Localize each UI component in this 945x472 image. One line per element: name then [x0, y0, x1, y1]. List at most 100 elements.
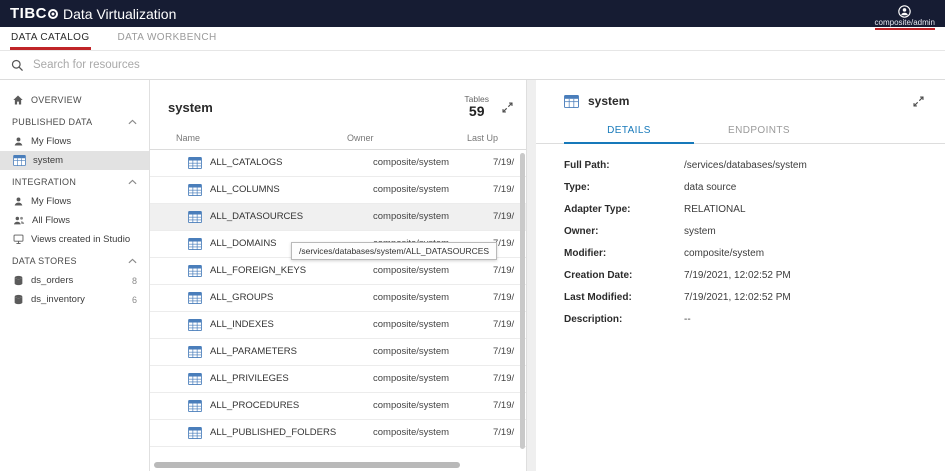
tab-data-catalog[interactable]: DATA CATALOG — [10, 27, 91, 50]
field-label: Last Modified: — [564, 292, 684, 303]
horizontal-scrollbar[interactable] — [154, 462, 460, 468]
details-fields: Full Path:/services/databases/systemType… — [536, 144, 945, 330]
vertical-scrollbar[interactable] — [520, 153, 525, 449]
product-name: Data Virtualization — [63, 6, 176, 22]
table-icon — [188, 346, 202, 358]
field-value: 7/19/2021, 12:02:52 PM — [684, 292, 791, 303]
main-content: OVERVIEW PUBLISHED DATA My Flows system … — [0, 80, 945, 471]
section-title: PUBLISHED DATA — [12, 117, 92, 127]
table-icon — [188, 265, 202, 277]
sidebar-item-my-flows-published[interactable]: My Flows — [0, 132, 149, 151]
tables-panel: system Tables 59 Name Owner Last Up ALL_… — [150, 80, 527, 471]
field-label: Full Path: — [564, 160, 684, 171]
field-value: system — [684, 226, 716, 237]
field-label: Creation Date: — [564, 270, 684, 281]
path-tooltip: /services/databases/system/ALL_DATASOURC… — [291, 242, 497, 260]
sidebar-section-published-data[interactable]: PUBLISHED DATA — [0, 110, 149, 132]
table-icon — [188, 238, 202, 250]
table-row[interactable]: ALL_PRIVILEGEScomposite/system7/19/ — [150, 366, 526, 393]
sidebar-item-system[interactable]: system — [0, 151, 149, 170]
tables-count-value: 59 — [464, 104, 489, 119]
table-row[interactable]: ALL_INDEXEScomposite/system7/19/ — [150, 312, 526, 339]
table-icon — [188, 184, 202, 196]
row-name: ALL_PRIVILEGES — [210, 373, 373, 384]
sidebar-item-views-created-in-studio[interactable]: Views created in Studio — [0, 230, 149, 249]
detail-field-row: Owner:system — [564, 220, 945, 242]
user-avatar-icon[interactable] — [898, 5, 911, 18]
current-user-label[interactable]: composite/admin — [875, 18, 935, 30]
table-row[interactable]: ALL_GROUPScomposite/system7/19/ — [150, 285, 526, 312]
table-icon — [188, 319, 202, 331]
sidebar: OVERVIEW PUBLISHED DATA My Flows system … — [0, 80, 150, 471]
search-icon — [11, 59, 24, 72]
table-row[interactable]: ALL_CATALOGScomposite/system7/19/ — [150, 150, 526, 177]
primary-nav: DATA CATALOG DATA WORKBENCH — [0, 27, 945, 51]
database-icon — [13, 275, 24, 286]
tab-details[interactable]: DETAILS — [564, 118, 694, 144]
search-input[interactable] — [33, 59, 353, 71]
sidebar-item-label: OVERVIEW — [31, 95, 82, 105]
sidebar-item-label: My Flows — [31, 196, 71, 207]
sidebar-item-ds-inventory[interactable]: ds_inventory 6 — [0, 290, 149, 309]
detail-field-row: Creation Date:7/19/2021, 12:02:52 PM — [564, 264, 945, 286]
sidebar-item-ds-orders[interactable]: ds_orders 8 — [0, 271, 149, 290]
sidebar-item-label: Views created in Studio — [31, 234, 130, 245]
row-name: ALL_PROCEDURES — [210, 400, 373, 411]
tab-endpoints[interactable]: ENDPOINTS — [694, 118, 824, 144]
chevron-up-icon — [128, 258, 137, 264]
expand-icon[interactable] — [501, 101, 514, 114]
sidebar-item-label: ds_inventory — [31, 294, 85, 305]
table-row[interactable]: ALL_COLUMNScomposite/system7/19/ — [150, 177, 526, 204]
brand-text: TIBC — [10, 5, 47, 22]
table-body: ALL_CATALOGScomposite/system7/19/ALL_COL… — [150, 150, 526, 471]
sidebar-section-integration[interactable]: INTEGRATION — [0, 170, 149, 192]
table-row[interactable]: ALL_FOREIGN_KEYScomposite/system7/19/ — [150, 258, 526, 285]
row-owner: composite/system — [373, 184, 493, 195]
row-owner: composite/system — [373, 319, 493, 330]
field-label: Owner: — [564, 226, 684, 237]
detail-field-row: Full Path:/services/databases/system — [564, 154, 945, 176]
detail-field-row: Type:data source — [564, 176, 945, 198]
row-name: ALL_PUBLISHED_FOLDERS — [210, 427, 373, 438]
table-icon — [188, 211, 202, 223]
row-owner: composite/system — [373, 373, 493, 384]
row-owner: composite/system — [373, 346, 493, 357]
datasource-icon — [13, 155, 26, 166]
expand-icon[interactable] — [912, 95, 925, 108]
sidebar-item-label: All Flows — [32, 215, 70, 226]
search-bar — [0, 51, 945, 80]
row-name: ALL_CATALOGS — [210, 157, 373, 168]
column-header-last-updated[interactable]: Last Up — [467, 133, 526, 143]
details-panel-header: system — [536, 80, 945, 118]
sidebar-item-overview[interactable]: OVERVIEW — [0, 90, 149, 110]
sidebar-section-data-stores[interactable]: DATA STORES — [0, 249, 149, 271]
sidebar-item-my-flows-integration[interactable]: My Flows — [0, 192, 149, 211]
person-icon — [13, 196, 24, 207]
database-icon — [13, 294, 24, 305]
detail-field-row: Description:-- — [564, 308, 945, 330]
field-value: -- — [684, 314, 691, 325]
detail-field-row: Adapter Type:RELATIONAL — [564, 198, 945, 220]
table-row[interactable]: ALL_PARAMETERScomposite/system7/19/ — [150, 339, 526, 366]
row-owner: composite/system — [373, 211, 493, 222]
table-row[interactable]: ALL_DATASOURCEScomposite/system7/19/ — [150, 204, 526, 231]
field-value: composite/system — [684, 248, 764, 259]
field-label: Adapter Type: — [564, 204, 684, 215]
column-header-owner[interactable]: Owner — [347, 133, 467, 143]
table-row[interactable]: ALL_PROCEDUREScomposite/system7/19/ — [150, 393, 526, 420]
home-icon — [12, 94, 24, 106]
table-icon — [188, 373, 202, 385]
column-header-name[interactable]: Name — [150, 133, 347, 143]
section-title: INTEGRATION — [12, 177, 76, 187]
row-name: ALL_PARAMETERS — [210, 346, 373, 357]
sidebar-item-label: system — [33, 155, 63, 166]
tab-data-workbench[interactable]: DATA WORKBENCH — [117, 27, 218, 50]
table-row[interactable]: ALL_PUBLISHED_FOLDERScomposite/system7/1… — [150, 420, 526, 447]
tables-panel-header: system Tables 59 — [150, 80, 526, 128]
field-value: /services/databases/system — [684, 160, 807, 171]
user-area[interactable]: composite/admin — [875, 5, 935, 30]
sidebar-item-all-flows[interactable]: All Flows — [0, 211, 149, 230]
tables-count: Tables 59 — [464, 95, 489, 120]
details-panel: system DETAILS ENDPOINTS Full Path:/serv… — [536, 80, 945, 471]
people-icon — [13, 215, 25, 226]
